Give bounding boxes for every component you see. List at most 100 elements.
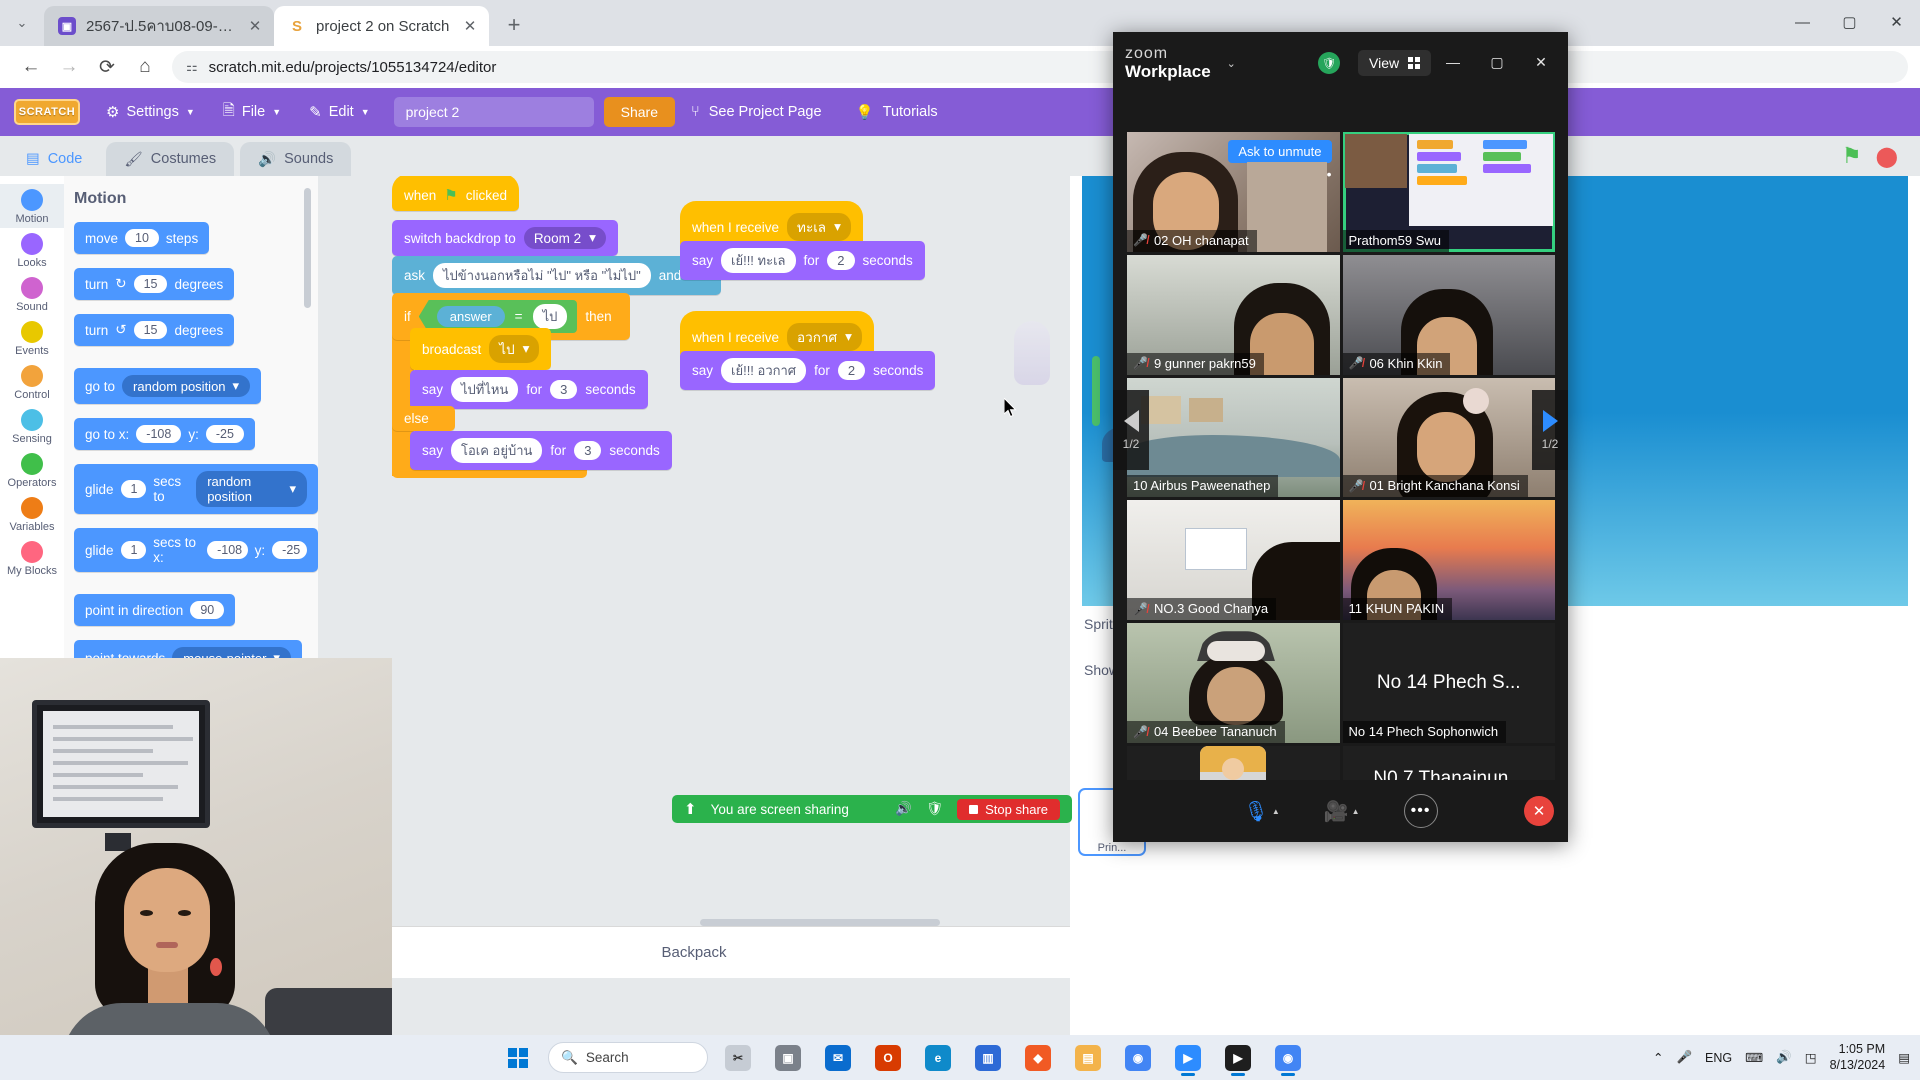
- backdrop-dropdown[interactable]: Room 2 ▾: [523, 227, 606, 249]
- green-flag-icon[interactable]: ⚑: [1842, 143, 1862, 169]
- next-page-button[interactable]: 1/2: [1532, 390, 1568, 470]
- stop-share-button[interactable]: Stop share: [957, 798, 1060, 820]
- participant-tile[interactable]: Prathom59 Swu: [1342, 132, 1555, 252]
- zoom-minimize-button[interactable]: —: [1432, 46, 1474, 78]
- block-say-receive-1[interactable]: say เย้!!! ทะเล for 2 seconds: [680, 241, 925, 280]
- sidebar-item-operators[interactable]: Operators: [0, 448, 64, 492]
- say-seconds-input[interactable]: 2: [827, 251, 855, 270]
- taskbar-app-edge[interactable]: e: [918, 1038, 958, 1078]
- taskbar-app-chrome2[interactable]: ◉: [1268, 1038, 1308, 1078]
- block-switch-backdrop[interactable]: switch backdrop to Room 2 ▾: [392, 220, 618, 256]
- search-input[interactable]: 🔍 Search: [548, 1042, 708, 1073]
- participant-tile[interactable]: Ask to unmute ••• 🎤̸02 OH chanapat: [1127, 132, 1340, 252]
- participant-tile[interactable]: 🎤̸ 04 Beebee Tananuch: [1127, 623, 1340, 743]
- say-seconds-input[interactable]: 3: [574, 441, 602, 460]
- browser-tab-1[interactable]: ▣ 2567-ป.5คาบ08-09-10-11-12 - ... ✕: [44, 6, 274, 46]
- network-icon[interactable]: ◳: [1805, 1050, 1817, 1065]
- block-input-y[interactable]: -25: [272, 541, 307, 559]
- back-icon[interactable]: ←: [12, 48, 50, 86]
- start-button[interactable]: [498, 1038, 538, 1078]
- maximize-button[interactable]: ▢: [1826, 0, 1873, 44]
- say-seconds-input[interactable]: 2: [837, 361, 866, 380]
- say-text-input[interactable]: โอเค อยู่บ้าน: [451, 438, 543, 463]
- taskbar-app-office[interactable]: O: [868, 1038, 908, 1078]
- language-indicator[interactable]: ENG: [1705, 1051, 1732, 1065]
- taskbar-app-media[interactable]: ▶: [1218, 1038, 1258, 1078]
- taskbar-app-snip[interactable]: ✂: [718, 1038, 758, 1078]
- operator-input[interactable]: ไป: [532, 304, 568, 329]
- canvas-horizontal-scrollbar[interactable]: [700, 919, 940, 926]
- block-palette[interactable]: Motion move 10 steps turn ↻ 15 degrees t…: [64, 176, 318, 736]
- backpack-panel[interactable]: Backpack: [318, 926, 1070, 978]
- block-say-for-seconds-2[interactable]: say โอเค อยู่บ้าน for 3 seconds: [410, 431, 672, 470]
- leave-meeting-button[interactable]: ✕: [1524, 796, 1554, 826]
- tab-costumes[interactable]: 🖌 Costumes: [106, 142, 235, 176]
- previous-page-button[interactable]: 1/2: [1113, 390, 1149, 470]
- mute-button[interactable]: 🎙 ▲: [1243, 799, 1279, 824]
- ask-to-unmute-button[interactable]: Ask to unmute: [1228, 140, 1332, 163]
- block-input[interactable]: 10: [125, 229, 159, 247]
- block-input-x[interactable]: -108: [207, 541, 248, 559]
- zoom-close-button[interactable]: ✕: [1520, 46, 1562, 78]
- forward-icon[interactable]: →: [50, 48, 88, 86]
- notification-icon[interactable]: ▤: [1898, 1050, 1910, 1065]
- palette-block-move[interactable]: move 10 steps: [74, 222, 210, 254]
- broadcast-dropdown[interactable]: ไป ▾: [489, 335, 540, 363]
- keyboard-icon[interactable]: ⌨: [1745, 1050, 1763, 1065]
- volume-icon[interactable]: 🔊: [1776, 1050, 1792, 1065]
- ask-question-input[interactable]: ไปข้างนอกหรือไม่ "ไป" หรือ "ไม่ไป": [433, 263, 651, 288]
- new-tab-button[interactable]: +: [497, 8, 531, 42]
- home-icon[interactable]: ⌂: [126, 48, 164, 86]
- video-button[interactable]: 🎥 ▲: [1324, 799, 1360, 824]
- more-options-button[interactable]: •••: [1403, 794, 1438, 828]
- palette-block-gotoxy[interactable]: go to x: -108 y: -25: [74, 418, 255, 450]
- mic-icon[interactable]: 🎤: [1676, 1050, 1692, 1065]
- taskbar-app-zoom[interactable]: ▶: [1168, 1038, 1208, 1078]
- tutorials-button[interactable]: 💡 Tutorials: [838, 104, 956, 121]
- see-project-page-button[interactable]: ⑂ See Project Page: [675, 104, 838, 120]
- tab-search-chevron-icon[interactable]: ⌄: [0, 3, 44, 43]
- block-say-for-seconds-1[interactable]: say ไปที่ไหน for 3 seconds: [410, 370, 648, 409]
- browser-tab-2[interactable]: S project 2 on Scratch ✕: [274, 6, 489, 46]
- taskbar-app-mail[interactable]: ✉: [818, 1038, 858, 1078]
- site-settings-icon[interactable]: ⚏: [186, 59, 198, 75]
- receive-message-dropdown[interactable]: อวกาศ ▾: [787, 323, 862, 351]
- taskbar-app-chrome[interactable]: ◉: [1118, 1038, 1158, 1078]
- participant-tile[interactable]: 10 Airbus Paweenathep: [1127, 377, 1340, 498]
- sidebar-item-variables[interactable]: Variables: [0, 492, 64, 536]
- participant-tile[interactable]: 11 KHUN PAKIN: [1342, 500, 1555, 621]
- block-input[interactable]: 1: [120, 480, 147, 498]
- sidebar-item-myblocks[interactable]: My Blocks: [0, 536, 64, 580]
- block-input[interactable]: 15: [133, 321, 168, 339]
- zoom-maximize-button[interactable]: ▢: [1476, 46, 1518, 78]
- palette-block-glide-random[interactable]: glide 1 secs to random position ▾: [74, 464, 318, 514]
- block-answer-reporter[interactable]: answer: [436, 306, 505, 327]
- palette-block-point-direction[interactable]: point in direction 90: [74, 594, 236, 626]
- block-input[interactable]: 1: [120, 541, 147, 559]
- sidebar-item-control[interactable]: Control: [0, 360, 64, 404]
- participant-tile[interactable]: 🎤̸ 01 Bright Kanchana Konsi: [1342, 377, 1555, 498]
- taskbar-app-brave[interactable]: ◆: [1018, 1038, 1058, 1078]
- minimize-button[interactable]: —: [1779, 0, 1826, 44]
- view-button[interactable]: View: [1358, 50, 1432, 76]
- participant-tile[interactable]: 🎤̸ NO.3 Good Chanya: [1127, 500, 1340, 621]
- chevron-down-icon[interactable]: ⌄: [1227, 57, 1236, 70]
- block-say-receive-2[interactable]: say เย้!!! อวกาศ for 2 seconds: [680, 351, 936, 390]
- say-seconds-input[interactable]: 3: [550, 380, 578, 399]
- block-dropdown[interactable]: random position ▾: [196, 471, 307, 507]
- block-input[interactable]: 15: [133, 275, 168, 293]
- browser-tab-2-close-icon[interactable]: ✕: [461, 17, 479, 35]
- address-bar[interactable]: ⚏ scratch.mit.edu/projects/1055134724/ed…: [172, 51, 1908, 83]
- stop-icon[interactable]: ⬤: [1876, 144, 1898, 169]
- block-dropdown[interactable]: random position ▾: [122, 375, 251, 397]
- participant-tile[interactable]: 🎤̸ 9 gunner pakrn59: [1127, 254, 1340, 375]
- tab-sounds[interactable]: 🔊 Sounds: [240, 142, 352, 176]
- sidebar-item-sound[interactable]: Sound: [0, 272, 64, 316]
- webcam-overlay[interactable]: [0, 658, 392, 1080]
- taskbar-app-store[interactable]: ▥: [968, 1038, 1008, 1078]
- taskbar-app-taskview[interactable]: ▣: [768, 1038, 808, 1078]
- sidebar-item-events[interactable]: Events: [0, 316, 64, 360]
- palette-block-turn-left[interactable]: turn ↺ 15 degrees: [74, 314, 235, 346]
- shield-icon[interactable]: 🛡: [926, 801, 943, 817]
- close-button[interactable]: ✕: [1873, 0, 1920, 44]
